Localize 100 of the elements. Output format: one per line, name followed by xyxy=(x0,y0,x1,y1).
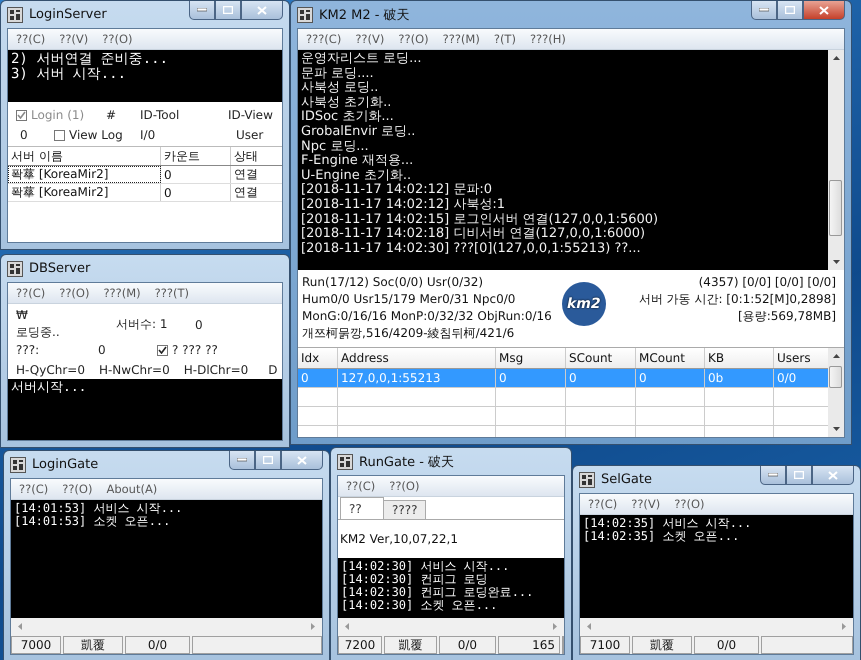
menu-item[interactable]: ??(V) xyxy=(59,32,88,46)
menu-item[interactable]: ???(H) xyxy=(530,32,566,46)
scrollbar[interactable] xyxy=(828,348,844,437)
window-title: DBServer xyxy=(29,261,90,276)
app-icon xyxy=(579,472,595,488)
table-cell: 0 xyxy=(496,369,566,387)
menu-item[interactable]: ??(C) xyxy=(16,286,46,300)
option-checkbox[interactable]: ? ??? ?? xyxy=(143,343,218,357)
menu-item[interactable]: ??(V) xyxy=(355,32,384,46)
menu-item[interactable]: ??(O) xyxy=(674,497,705,511)
id-view-label: ID-View xyxy=(228,108,274,122)
minimize-button[interactable] xyxy=(189,1,215,20)
column-header[interactable]: 서버 이름 xyxy=(8,147,161,165)
maximize-button[interactable] xyxy=(255,451,281,470)
tab[interactable]: ?? xyxy=(340,497,384,519)
log-line: [14:02:30] 컨피그 로딩완료... xyxy=(341,586,534,599)
window-title: KM2 M2 - 破天 xyxy=(319,6,410,24)
menu-item[interactable]: ??(C) xyxy=(588,497,618,511)
column-header[interactable]: SCount xyxy=(566,348,636,368)
status-panel: 凱覆 xyxy=(63,636,123,654)
log-line: [2018-11-17 14:02:15] 로그인서버 연결(127,0,0,1:5600) xyxy=(301,212,658,227)
log-line: [14:01:53] 소켓 오픈... xyxy=(14,515,170,528)
log-line: U-Engine 초기화.. xyxy=(301,168,412,183)
status-text: 서버 가동 시간: [0:1:52[M]0,2898] xyxy=(638,291,836,307)
log-line: [14:02:35] 서비스 시작... xyxy=(583,517,752,530)
menu-item[interactable]: About(A) xyxy=(106,482,158,496)
scroll-down-icon xyxy=(832,426,840,432)
minimize-icon xyxy=(768,473,778,477)
column-header[interactable]: 상태 xyxy=(231,147,282,165)
log-line: 사북성 로딩.. xyxy=(301,81,378,96)
table-cell: 0 xyxy=(636,369,705,387)
column-header[interactable]: Address xyxy=(338,348,496,368)
version-label: KM2 Ver,10,07,22,1 xyxy=(339,531,459,548)
column-header[interactable]: KB xyxy=(705,348,774,368)
minimize-button[interactable] xyxy=(760,466,786,485)
view-log-checkbox[interactable]: View Log xyxy=(54,128,123,142)
status-text: (4357) [0/0] [0/0] [0/0] xyxy=(698,274,836,290)
table-cell: 0b xyxy=(705,369,774,387)
menu-item[interactable]: ??(C) xyxy=(19,482,48,496)
menu-item[interactable]: ??(C) xyxy=(16,32,46,46)
menu-item[interactable]: ??(V) xyxy=(631,497,660,511)
maximize-button[interactable] xyxy=(777,1,803,20)
km2-logo: km2 xyxy=(562,282,606,326)
menu-item[interactable]: ??(O) xyxy=(389,479,420,493)
checkmark-icon xyxy=(158,346,167,354)
log-line: F-Engine 재적용... xyxy=(301,154,414,169)
menu-item[interactable]: ??(C) xyxy=(346,479,376,493)
status-panel: 7100 xyxy=(580,636,630,654)
close-icon xyxy=(819,6,829,14)
app-icon xyxy=(337,454,353,470)
close-button[interactable] xyxy=(241,1,283,20)
app-icon xyxy=(7,6,23,22)
scroll-right-icon xyxy=(841,622,847,631)
menu-item[interactable]: ???(T) xyxy=(154,286,189,300)
column-header[interactable]: 카운트 xyxy=(161,147,231,165)
column-header[interactable]: Idx xyxy=(298,348,338,368)
menu-item[interactable]: ???(C) xyxy=(306,32,342,46)
menu-item[interactable]: ???(M) xyxy=(103,286,141,300)
menu-item[interactable]: ??(O) xyxy=(398,32,429,46)
scroll-left-icon xyxy=(586,622,592,631)
log-line: [14:02:30] 서비스 시작... xyxy=(341,560,510,573)
scroll-up-icon xyxy=(832,353,840,359)
menu-item[interactable]: ?(T) xyxy=(494,32,516,46)
status-text: [용량:569,78MB] xyxy=(738,308,836,324)
scrollbar[interactable] xyxy=(828,50,844,270)
maximize-button[interactable] xyxy=(786,466,812,485)
tab[interactable]: ???? xyxy=(383,500,426,519)
menu-item[interactable]: ???(M) xyxy=(442,32,480,46)
column-header[interactable]: MCount xyxy=(636,348,705,368)
close-button[interactable] xyxy=(281,451,323,470)
close-button[interactable] xyxy=(803,1,845,20)
counter-label: H-NwChr=0 xyxy=(98,363,170,377)
scrollbar[interactable] xyxy=(338,618,564,635)
menu-item[interactable]: ??(O) xyxy=(59,286,90,300)
scrollbar[interactable] xyxy=(580,618,853,635)
table-cell: 0 xyxy=(298,369,338,387)
scrollbar-thumb[interactable] xyxy=(829,366,842,388)
scrollbar-thumb[interactable] xyxy=(829,180,842,236)
log-line: [2018-11-17 14:02:12] 사북성:1 xyxy=(301,198,505,213)
scrollbar[interactable] xyxy=(11,618,322,635)
menu-item[interactable]: ??(O) xyxy=(62,482,92,496)
minimize-button[interactable] xyxy=(751,1,777,20)
table-cell: 0 xyxy=(161,184,231,201)
menu-item[interactable]: ??(O) xyxy=(102,32,133,46)
window-title: LoginServer xyxy=(29,7,107,22)
status-text: 개쯔柯묽깡,516/4209-綾침뒤柯/421/6 xyxy=(302,325,516,341)
minimize-button[interactable] xyxy=(229,451,255,470)
hash-label: # xyxy=(106,108,118,122)
log-line: 문파 로딩.... xyxy=(301,66,374,81)
minimize-icon xyxy=(237,458,247,462)
io-label: I/0 xyxy=(140,128,156,142)
scroll-right-icon xyxy=(310,622,316,631)
log-line: 운영자리스트 로딩... xyxy=(301,52,422,67)
close-button[interactable] xyxy=(812,466,854,485)
column-header[interactable]: Msg xyxy=(496,348,566,368)
window-title: SelGate xyxy=(601,472,652,487)
status-panel: 凱覆 xyxy=(632,636,692,654)
maximize-button[interactable] xyxy=(215,1,241,20)
column-header[interactable]: Users xyxy=(774,348,828,368)
log-line: [14:02:30] 컨피그 로딩 xyxy=(341,573,488,586)
